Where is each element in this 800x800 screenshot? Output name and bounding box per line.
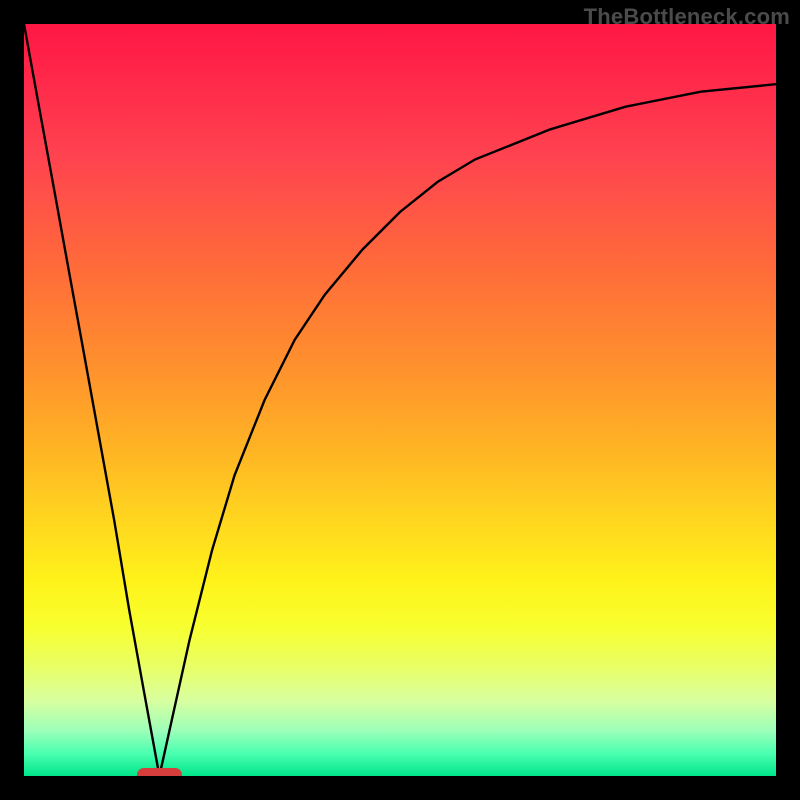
watermark-text: TheBottleneck.com [584,4,790,30]
gradient-background [24,24,776,776]
plot-area [24,24,776,776]
chart-frame: TheBottleneck.com [0,0,800,800]
optimal-marker [137,768,182,776]
